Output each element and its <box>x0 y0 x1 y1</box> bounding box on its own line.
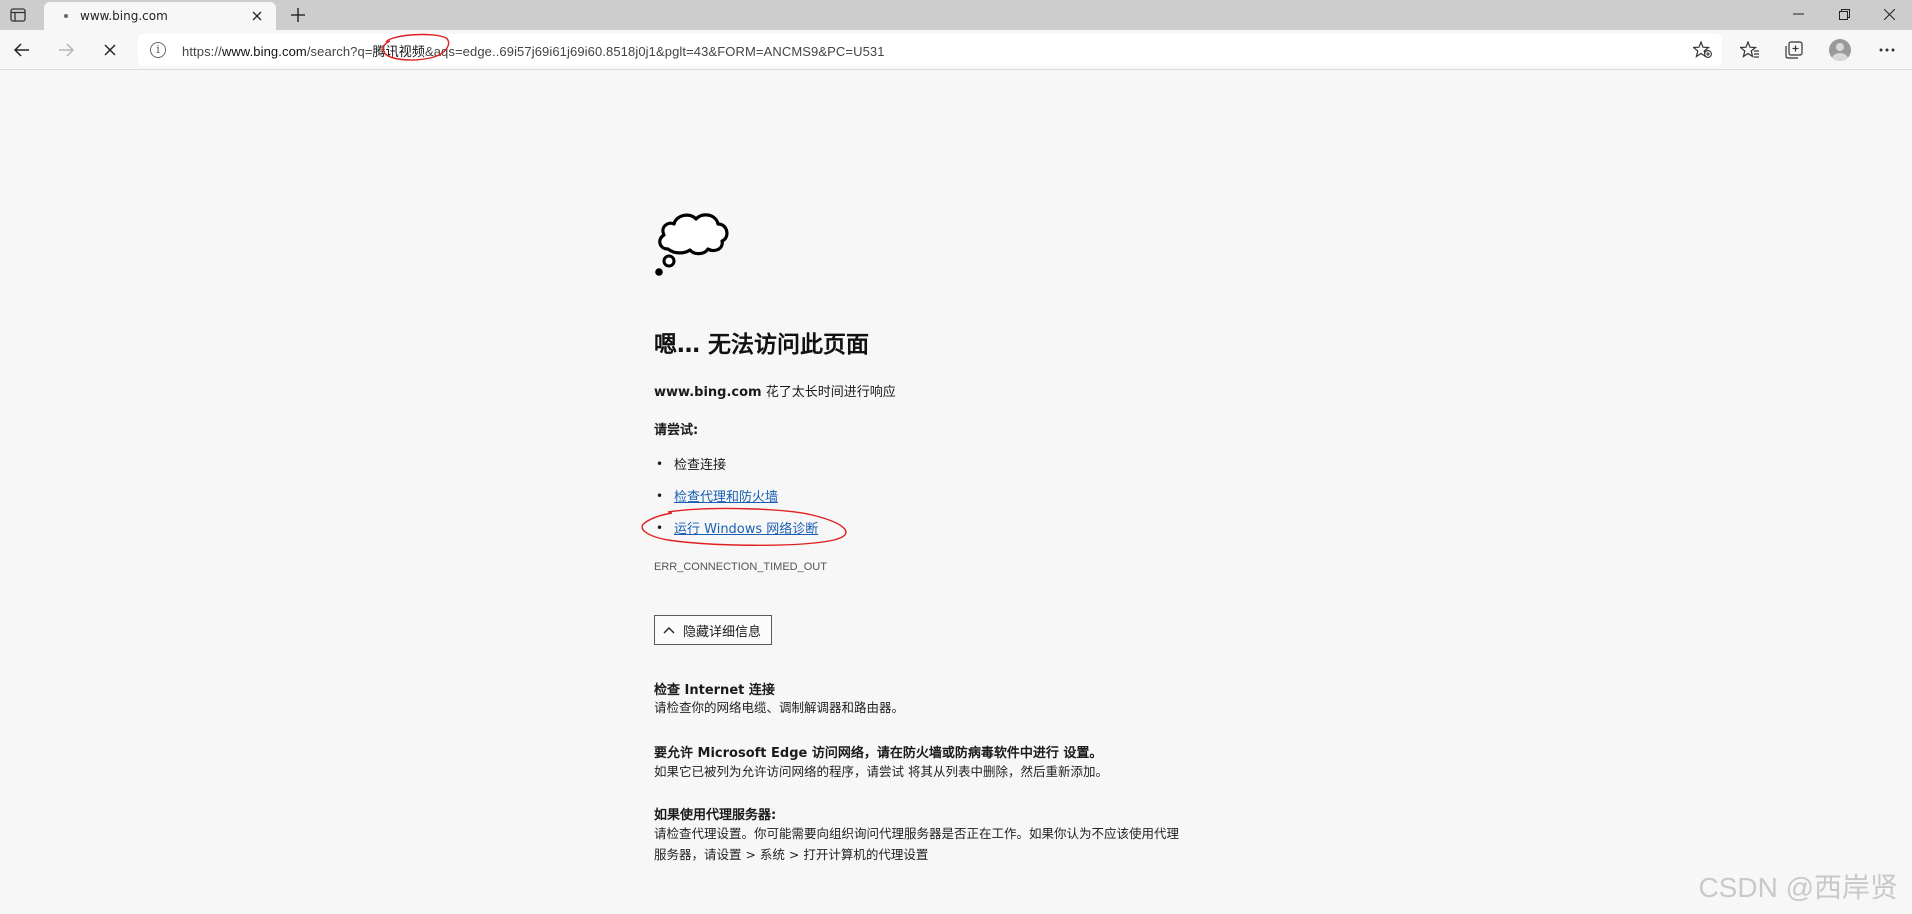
detail-heading-firewall: 要允许 Microsoft Edge 访问网络，请在防火墙或防病毒软件中进行 设… <box>654 746 1103 761</box>
restore-icon[interactable] <box>1821 0 1867 28</box>
url-host: www.bing.com <box>221 44 307 59</box>
url-query: 腾讯视频 <box>372 44 425 59</box>
bullet: • <box>656 488 664 503</box>
detail-heading-internet: 检查 Internet 连接 <box>654 683 775 698</box>
detail-text-firewall: 如果它已被列为允许访问网络的程序，请尝试 将其从列表中删除，然后重新添加。 <box>654 764 1108 779</box>
bullet: • <box>656 520 664 535</box>
info-icon[interactable]: i <box>150 42 166 58</box>
collections-icon[interactable] <box>1779 36 1809 64</box>
plus-icon[interactable] <box>286 4 310 26</box>
detail-text-proxy-2: 服务器，请设置 > 系统 > 打开计算机的代理设置 <box>654 847 929 862</box>
address-bar[interactable]: i https://www.bing.com/search?q=腾讯视频&aqs… <box>138 34 1722 66</box>
suggestion-run-diagnostics: • 运行 Windows 网络诊断 <box>654 518 818 538</box>
tab-strip: www.bing.com <box>0 0 1912 30</box>
watermark: CSDN @西岸贤 <box>1698 872 1898 903</box>
hide-details-button[interactable]: 隐藏详细信息 <box>654 615 773 645</box>
detail-heading-proxy: 如果使用代理服务器: <box>654 808 777 823</box>
url-path-after: &aqs=edge..69i57j69i61j69i60.8518j0j1&pg… <box>424 44 885 59</box>
back-arrow-icon[interactable] <box>7 36 37 64</box>
error-page: 嗯… 无法访问此页面 www.bing.com 花了太长时间进行响应 请尝试: … <box>0 71 1912 914</box>
suggestion-text: 检查连接 <box>674 458 727 473</box>
minimize-icon[interactable] <box>1775 0 1821 28</box>
run-diagnostics-link[interactable]: 运行 Windows 网络诊断 <box>674 518 818 537</box>
browser-toolbar: i https://www.bing.com/search?q=腾讯视频&aqs… <box>0 30 1912 70</box>
chevron-up-icon <box>663 626 675 634</box>
error-code: ERR_CONNECTION_TIMED_OUT <box>654 561 827 573</box>
stop-loading-icon[interactable] <box>95 36 125 64</box>
cloud-thought-icon <box>655 213 729 276</box>
more-icon[interactable] <box>1872 36 1902 64</box>
error-desc-text: 花了太长时间进行响应 <box>761 385 896 400</box>
profile-avatar[interactable] <box>1825 36 1855 64</box>
forward-arrow-icon[interactable] <box>51 36 81 64</box>
detail-text-internet: 请检查你的网络电缆、调制解调器和路由器。 <box>654 700 905 715</box>
suggestion-check-connection: • 检查连接 <box>654 454 727 474</box>
browser-tab[interactable]: www.bing.com <box>44 2 276 30</box>
hide-details-label: 隐藏详细信息 <box>683 624 762 640</box>
page-title: 嗯… 无法访问此页面 <box>654 332 870 358</box>
url-path-before: /search?q= <box>306 44 373 59</box>
url-prefix: https:// <box>182 44 222 59</box>
tab-title: www.bing.com <box>80 9 168 23</box>
error-site: www.bing.com <box>654 385 762 400</box>
tab-actions-icon[interactable] <box>6 5 30 25</box>
detail-text-proxy-1: 请检查代理设置。你可能需要向组织询问代理服务器是否正在工作。如果你认为不应该使用… <box>654 826 1180 841</box>
tab-favicon-dot <box>64 14 68 18</box>
error-description: www.bing.com 花了太长时间进行响应 <box>654 381 896 400</box>
bullet: • <box>656 456 664 471</box>
favorites-icon[interactable] <box>1735 36 1765 64</box>
favorite-add-icon[interactable] <box>1692 40 1714 60</box>
url-text[interactable]: https://www.bing.com/search?q=腾讯视频&aqs=e… <box>182 41 885 60</box>
close-icon[interactable] <box>246 5 268 27</box>
suggestion-check-proxy: • 检查代理和防火墙 <box>654 486 778 506</box>
check-proxy-link[interactable]: 检查代理和防火墙 <box>674 486 778 505</box>
window-close-icon[interactable] <box>1866 0 1912 28</box>
try-label: 请尝试: <box>654 423 699 438</box>
